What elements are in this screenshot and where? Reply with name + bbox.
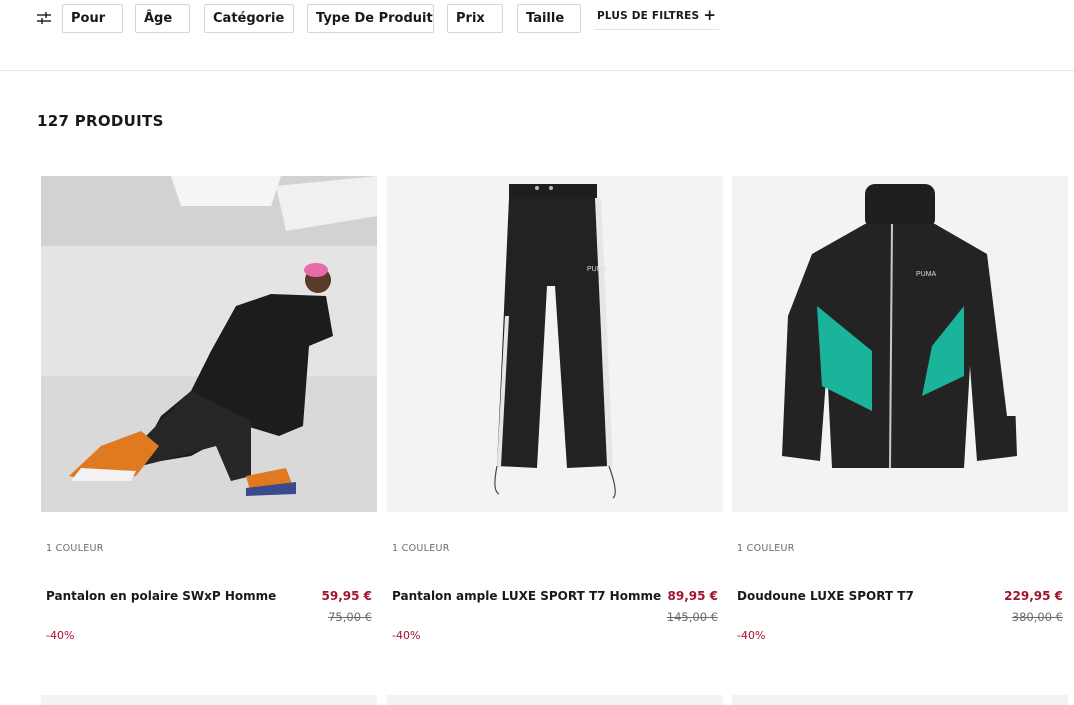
filter-label: Type De Produit (316, 11, 433, 26)
filter-label: Âge (144, 11, 173, 26)
original-price: 380,00 € (1011, 610, 1063, 624)
filter-bar: Pour Âge Catégorie Type De Produit Prix … (0, 0, 1074, 71)
product-image[interactable] (41, 176, 377, 512)
filter-pour[interactable]: Pour (62, 4, 123, 33)
more-filters-label: PLUS DE FILTRES (597, 9, 700, 22)
filter-label: Pour (71, 11, 106, 26)
sale-price: 59,95 € (321, 589, 372, 603)
color-count: 1 COULEUR (392, 543, 450, 554)
product-name[interactable]: Doudoune LUXE SPORT T7 (737, 589, 914, 603)
filter-label: Taille (526, 11, 565, 26)
filter-age[interactable]: Âge (135, 4, 190, 33)
result-count: 127 PRODUITS (37, 112, 164, 130)
discount-badge: -40% (737, 629, 766, 642)
model-kneeling-photo (41, 176, 377, 512)
color-count: 1 COULEUR (737, 543, 795, 554)
filter-taille[interactable]: Taille (517, 4, 581, 33)
product-card[interactable]: PUMA 1 COULEUR Doudoune LUXE SPORT T7 22… (732, 176, 1068, 656)
sale-price: 89,95 € (667, 589, 718, 603)
plus-icon: + (703, 6, 717, 24)
product-card-next-row[interactable] (387, 695, 723, 705)
original-price: 145,00 € (666, 610, 718, 624)
filter-prix[interactable]: Prix (447, 4, 503, 33)
product-card-next-row[interactable] (732, 695, 1068, 705)
svg-text:PUMA: PUMA (587, 266, 608, 273)
product-name[interactable]: Pantalon en polaire SWxP Homme (46, 589, 276, 603)
filter-label: Prix (456, 11, 485, 26)
svg-text:PUMA: PUMA (916, 271, 937, 278)
sale-price: 229,95 € (1004, 589, 1063, 603)
more-filters-button[interactable]: PLUS DE FILTRES + (594, 2, 720, 30)
filter-categorie[interactable]: Catégorie (204, 4, 294, 33)
product-name[interactable]: Pantalon ample LUXE SPORT T7 Homme (392, 589, 661, 603)
product-image[interactable]: PUMA (732, 176, 1068, 512)
product-card[interactable]: 1 COULEUR Pantalon en polaire SWxP Homme… (41, 176, 377, 656)
product-card[interactable]: PUMA 1 COULEUR Pantalon ample LUXE SPORT… (387, 176, 723, 656)
puffer-jacket-photo: PUMA (732, 176, 1068, 512)
filter-type-de-produit[interactable]: Type De Produit (307, 4, 434, 33)
color-count: 1 COULEUR (46, 543, 104, 554)
discount-badge: -40% (392, 629, 421, 642)
original-price: 75,00 € (328, 610, 372, 624)
track-pants-photo: PUMA (387, 176, 723, 512)
product-card-next-row[interactable] (41, 695, 377, 705)
discount-badge: -40% (46, 629, 75, 642)
filter-sliders-icon[interactable] (37, 11, 51, 25)
product-image[interactable]: PUMA (387, 176, 723, 512)
filter-label: Catégorie (213, 11, 285, 26)
